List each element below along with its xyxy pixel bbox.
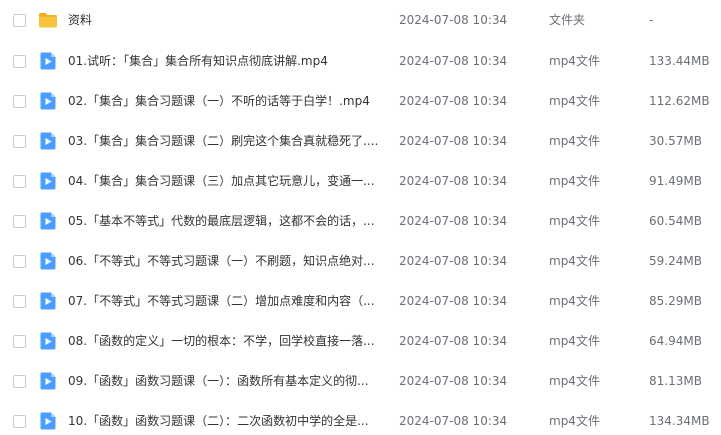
row-checkbox[interactable] — [13, 415, 26, 428]
file-type: mp4文件 — [549, 134, 600, 148]
file-type: mp4文件 — [549, 294, 600, 308]
video-file-icon — [38, 331, 58, 351]
row-checkbox[interactable] — [13, 335, 26, 348]
file-row[interactable]: 09.「函数」函数习题课（一）：函数所有基本定义的彻... 2024-07-08 … — [0, 361, 721, 401]
modified-date: 2024-07-08 10:34 — [399, 134, 508, 148]
file-name[interactable]: 04.「集合」集合习题课（三）加点其它玩意儿，变通一... — [68, 172, 378, 190]
file-row[interactable]: 03.「集合」集合习题课（二）刷完这个集合真就稳死了.... 2024-07-08… — [0, 121, 721, 161]
file-name[interactable]: 06.「不等式」不等式习题课（一）不刷题，知识点绝对... — [68, 252, 378, 270]
modified-date: 2024-07-08 10:34 — [399, 214, 508, 228]
file-size: 30.57MB — [649, 134, 702, 148]
modified-date: 2024-07-08 10:34 — [399, 174, 508, 188]
modified-date: 2024-07-08 10:34 — [399, 13, 508, 27]
row-checkbox[interactable] — [13, 175, 26, 188]
file-name[interactable]: 02.「集合」集合习题课（一）不听的话等于白学！.mp4 — [68, 92, 378, 110]
modified-date: 2024-07-08 10:34 — [399, 374, 508, 388]
file-size: 134.34MB — [649, 414, 710, 428]
video-file-icon — [38, 51, 58, 71]
video-file-icon — [38, 91, 58, 111]
file-row[interactable]: 01.试听：「集合」集合所有知识点彻底讲解.mp4 2024-07-08 10:3… — [0, 41, 721, 81]
row-checkbox[interactable] — [13, 215, 26, 228]
file-type: mp4文件 — [549, 174, 600, 188]
file-type: mp4文件 — [549, 374, 600, 388]
file-row[interactable]: 02.「集合」集合习题课（一）不听的话等于白学！.mp4 2024-07-08 1… — [0, 81, 721, 121]
row-checkbox[interactable] — [13, 55, 26, 68]
file-type: 文件夹 — [549, 13, 586, 27]
file-row[interactable]: 08.「函数的定义」一切的根本：不学，回学校直接一落... 2024-07-08 … — [0, 321, 721, 361]
file-size: 81.13MB — [649, 374, 702, 388]
file-type: mp4文件 — [549, 94, 600, 108]
file-type: mp4文件 — [549, 414, 600, 428]
file-size: 91.49MB — [649, 174, 702, 188]
video-file-icon — [38, 291, 58, 311]
file-type: mp4文件 — [549, 334, 600, 348]
folder-row[interactable]: 资料 2024-07-08 10:34 文件夹 - — [0, 0, 721, 40]
video-file-icon — [38, 411, 58, 431]
file-name[interactable]: 09.「函数」函数习题课（一）：函数所有基本定义的彻... — [68, 372, 378, 390]
file-name[interactable]: 01.试听：「集合」集合所有知识点彻底讲解.mp4 — [68, 52, 378, 70]
file-size: 59.24MB — [649, 254, 702, 268]
row-checkbox[interactable] — [13, 135, 26, 148]
file-name[interactable]: 03.「集合」集合习题课（二）刷完这个集合真就稳死了.... — [68, 132, 378, 150]
file-name[interactable]: 资料 — [68, 11, 378, 29]
modified-date: 2024-07-08 10:34 — [399, 94, 508, 108]
file-size: - — [649, 13, 654, 27]
folder-icon — [38, 10, 58, 30]
file-size: 60.54MB — [649, 214, 702, 228]
modified-date: 2024-07-08 10:34 — [399, 334, 508, 348]
row-checkbox[interactable] — [13, 375, 26, 388]
file-type: mp4文件 — [549, 54, 600, 68]
row-checkbox[interactable] — [13, 14, 26, 27]
file-row[interactable]: 06.「不等式」不等式习题课（一）不刷题，知识点绝对... 2024-07-08 … — [0, 241, 721, 281]
file-type: mp4文件 — [549, 214, 600, 228]
file-size: 64.94MB — [649, 334, 702, 348]
file-size: 85.29MB — [649, 294, 702, 308]
file-name[interactable]: 05.「基本不等式」代数的最底层逻辑，这都不会的话，... — [68, 212, 378, 230]
video-file-icon — [38, 131, 58, 151]
modified-date: 2024-07-08 10:34 — [399, 54, 508, 68]
row-checkbox[interactable] — [13, 295, 26, 308]
file-size: 133.44MB — [649, 54, 710, 68]
file-row[interactable]: 04.「集合」集合习题课（三）加点其它玩意儿，变通一... 2024-07-08 … — [0, 161, 721, 201]
file-name[interactable]: 07.「不等式」不等式习题课（二）增加点难度和内容（... — [68, 292, 378, 310]
file-row[interactable]: 05.「基本不等式」代数的最底层逻辑，这都不会的话，... 2024-07-08 … — [0, 201, 721, 241]
modified-date: 2024-07-08 10:34 — [399, 294, 508, 308]
video-file-icon — [38, 251, 58, 271]
video-file-icon — [38, 371, 58, 391]
video-file-icon — [38, 211, 58, 231]
file-list: 资料 2024-07-08 10:34 文件夹 - 01.试听：「集合」集合所有知识点彻… — [0, 0, 721, 435]
modified-date: 2024-07-08 10:34 — [399, 414, 508, 428]
file-row[interactable]: 10.「函数」函数习题课（二）：二次函数初中学的全是... 2024-07-08 … — [0, 401, 721, 435]
file-row[interactable]: 07.「不等式」不等式习题课（二）增加点难度和内容（... 2024-07-08 … — [0, 281, 721, 321]
row-checkbox[interactable] — [13, 95, 26, 108]
file-size: 112.62MB — [649, 94, 710, 108]
file-type: mp4文件 — [549, 254, 600, 268]
row-checkbox[interactable] — [13, 255, 26, 268]
modified-date: 2024-07-08 10:34 — [399, 254, 508, 268]
video-file-icon — [38, 171, 58, 191]
file-name[interactable]: 10.「函数」函数习题课（二）：二次函数初中学的全是... — [68, 412, 378, 430]
file-name[interactable]: 08.「函数的定义」一切的根本：不学，回学校直接一落... — [68, 332, 378, 350]
